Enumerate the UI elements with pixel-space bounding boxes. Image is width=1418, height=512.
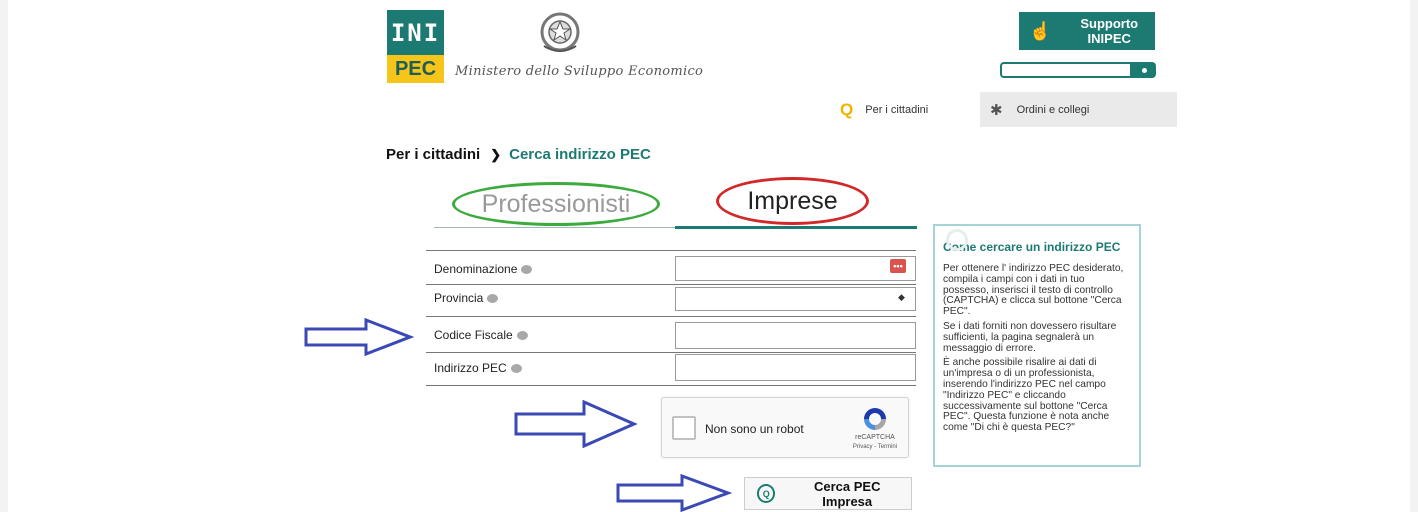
- field-label-denominazione: Denominazione: [434, 262, 533, 276]
- help-panel: Come cercare un indirizzo PEC Per ottene…: [933, 224, 1141, 467]
- support-button[interactable]: ☝ Supporto INIPEC: [1019, 12, 1155, 50]
- arrow-right-icon: [514, 400, 638, 448]
- field-label-text: Provincia: [434, 291, 484, 305]
- search-icon: Q: [840, 99, 854, 119]
- recaptcha-brand: reCAPTCHA: [855, 434, 895, 441]
- row-divider: [426, 284, 916, 285]
- codice-fiscale-input[interactable]: [675, 322, 916, 349]
- field-label-indirizzo-pec: Indirizzo PEC: [434, 361, 522, 375]
- header-search-input[interactable]: [1000, 62, 1132, 78]
- gear-icon: ✱: [990, 101, 1003, 119]
- recaptcha-logo-icon: [864, 408, 886, 430]
- support-label: Supporto INIPEC: [1080, 16, 1139, 46]
- arrow-right-icon: [304, 318, 414, 356]
- indirizzo-pec-input[interactable]: [675, 354, 916, 381]
- breadcrumb-root[interactable]: Per i cittadini: [386, 146, 480, 163]
- italian-emblem-icon: [540, 12, 580, 52]
- select-arrows-icon: ◆: [898, 292, 905, 302]
- nav-citizens-label: Per i cittadini: [865, 103, 929, 116]
- tab-divider: [434, 227, 675, 228]
- row-divider: [426, 316, 916, 317]
- ministry-name: Ministero dello Sviluppo Economico: [455, 64, 704, 79]
- recaptcha-links[interactable]: Privacy - Termini: [846, 444, 904, 450]
- info-icon[interactable]: [510, 363, 522, 373]
- more-dots-button[interactable]: •••: [890, 259, 906, 273]
- info-icon[interactable]: [516, 330, 528, 340]
- field-label-text: Denominazione: [434, 262, 518, 276]
- tab-professionals[interactable]: Professionisti: [452, 182, 660, 226]
- logo-ini[interactable]: INI: [387, 10, 444, 55]
- field-label-text: Codice Fiscale: [434, 328, 513, 342]
- field-label-text: Indirizzo PEC: [434, 361, 507, 375]
- row-divider: [426, 250, 916, 251]
- recaptcha-checkbox[interactable]: [672, 416, 696, 440]
- info-icon[interactable]: [521, 264, 533, 274]
- help-paragraph: Se i dati forniti non dovessero risultar…: [943, 320, 1117, 354]
- row-divider: [426, 385, 916, 386]
- breadcrumb-current: Cerca indirizzo PEC: [509, 146, 651, 163]
- nav-orders[interactable]: ✱ Ordini e collegi: [980, 92, 1177, 127]
- row-divider: [426, 352, 916, 353]
- arrow-right-icon: [616, 474, 732, 512]
- search-pec-label: Cerca PEC Impresa: [813, 478, 881, 509]
- breadcrumb: Per i cittadini ❯ Cerca indirizzo PEC: [386, 146, 651, 163]
- chevron-right-icon: ❯: [490, 146, 502, 162]
- logo-pec[interactable]: PEC: [387, 55, 444, 83]
- help-paragraph: Per ottenere l' indirizzo PEC desiderato…: [943, 263, 1124, 318]
- help-paragraph: È anche possibile risalire ai dati di un…: [943, 357, 1110, 434]
- hand-pointer-icon: ☝: [1029, 20, 1052, 41]
- header-search-button[interactable]: [1132, 62, 1156, 78]
- search-icon: Q: [757, 484, 776, 503]
- search-dot-icon: [1141, 67, 1147, 73]
- tab-companies[interactable]: Imprese: [716, 177, 869, 225]
- denominazione-input[interactable]: [675, 256, 916, 281]
- nav-orders-label: Ordini e collegi: [1016, 103, 1090, 116]
- info-icon[interactable]: [487, 293, 499, 303]
- help-title: Come cercare un indirizzo PEC: [943, 240, 1121, 254]
- tab-active-indicator: [675, 226, 917, 229]
- nav-citizens[interactable]: Q Per i cittadini: [840, 92, 980, 127]
- field-label-provincia: Provincia: [434, 291, 499, 305]
- recaptcha-label: Non sono un robot: [705, 422, 804, 436]
- provincia-select[interactable]: [675, 287, 916, 311]
- help-magnifier-icon: [946, 229, 968, 251]
- search-pec-button[interactable]: Q Cerca PEC Impresa: [744, 477, 912, 510]
- field-label-codice-fiscale: Codice Fiscale: [434, 328, 528, 342]
